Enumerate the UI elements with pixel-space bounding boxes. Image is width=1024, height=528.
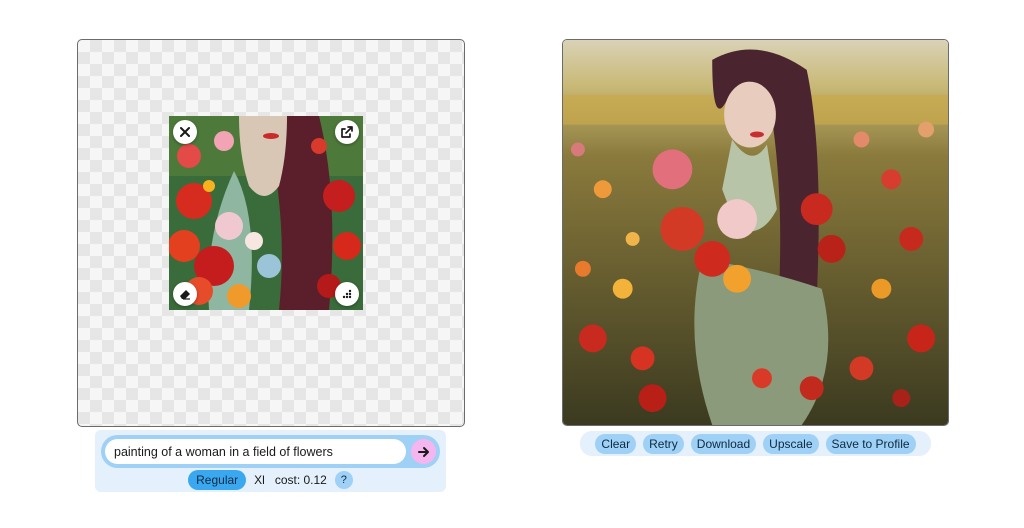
- save-to-profile-button[interactable]: Save to Profile: [825, 433, 916, 454]
- eraser-icon[interactable]: [173, 282, 197, 306]
- model-xl-button[interactable]: Xl: [252, 470, 267, 490]
- close-icon[interactable]: [173, 120, 197, 144]
- send-button[interactable]: [411, 439, 436, 464]
- prompt-input[interactable]: [105, 439, 406, 464]
- result-image[interactable]: [562, 39, 949, 426]
- help-button[interactable]: ?: [334, 471, 353, 489]
- source-image-thumbnail[interactable]: [169, 116, 363, 310]
- edit-canvas[interactable]: [77, 39, 465, 427]
- model-options: Regular Xl cost: 0.12 ?: [95, 470, 446, 490]
- clear-button[interactable]: Clear: [595, 433, 637, 454]
- upscale-button[interactable]: Upscale: [763, 433, 819, 454]
- retry-button[interactable]: Retry: [643, 433, 684, 454]
- app-frame: Regular Xl cost: 0.12 ?: [0, 0, 1024, 528]
- open-external-icon[interactable]: [335, 120, 359, 144]
- result-actions: Clear Retry Download Upscale Save to Pro…: [580, 431, 931, 456]
- scatter-dots-icon[interactable]: [335, 282, 359, 306]
- cost-label: cost: 0.12: [274, 473, 327, 487]
- source-painting: [169, 116, 363, 310]
- prompt-row: [101, 435, 440, 468]
- prompt-panel: Regular Xl cost: 0.12 ?: [95, 430, 446, 492]
- model-regular-button[interactable]: Regular: [188, 470, 247, 490]
- result-painting: [563, 40, 948, 425]
- download-button[interactable]: Download: [690, 433, 757, 454]
- arrow-right-icon: [417, 446, 429, 457]
